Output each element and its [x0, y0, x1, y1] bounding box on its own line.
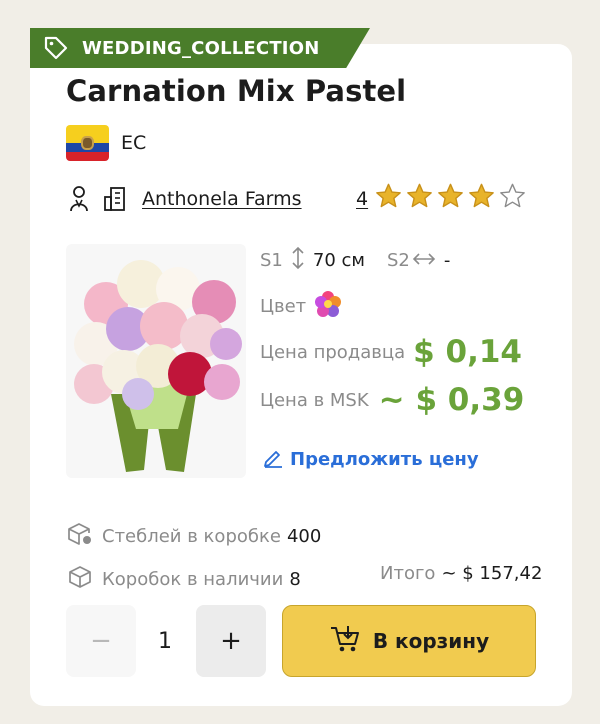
s1-label: S1 — [260, 249, 283, 271]
quantity-value[interactable]: 1 — [132, 605, 198, 677]
total-value: ~ $ 157,42 — [441, 563, 543, 584]
seller-price-label: Цена продавца — [260, 341, 406, 363]
add-to-cart-label: В корзину — [372, 629, 490, 653]
decrease-button[interactable]: − — [66, 605, 136, 677]
cart-icon — [329, 624, 361, 659]
color-label: Цвет — [260, 295, 307, 317]
star-filled-icon — [436, 182, 465, 215]
total: Итого ~ $ 157,42 — [380, 563, 542, 584]
rating-stars — [374, 182, 527, 215]
offer-price-link[interactable]: Предложить цену — [262, 446, 479, 473]
star-empty-icon — [498, 182, 527, 215]
collection-tag-label: WEDDING_COLLECTION — [82, 37, 320, 59]
specs-block: S1 70 см S2 - Цвет Цена продавца $ 0,14 … — [260, 246, 524, 422]
farm-link[interactable]: Anthonela Farms — [142, 188, 302, 210]
box-icon — [66, 563, 94, 596]
product-title: Carnation Mix Pastel — [66, 74, 407, 108]
product-image[interactable] — [66, 244, 246, 478]
boxes-value: 8 — [289, 569, 301, 590]
seller-price: $ 0,14 — [413, 334, 523, 370]
ecuador-flag-icon — [66, 125, 109, 161]
stems-per-box: Стеблей в коробке 400 — [66, 520, 321, 553]
star-filled-icon — [374, 182, 403, 215]
star-filled-icon — [467, 182, 496, 215]
rating: 4 — [356, 182, 527, 215]
rating-value[interactable]: 4 — [356, 188, 368, 210]
offer-price-label: Предложить цену — [290, 449, 479, 470]
msk-price-label: Цена в MSK — [260, 389, 369, 411]
box-stems-icon — [66, 520, 94, 553]
add-to-cart-button[interactable]: В корзину — [282, 605, 536, 677]
tag-icon — [30, 28, 82, 68]
pencil-icon — [262, 446, 284, 473]
width-arrow-icon — [412, 250, 436, 271]
boxes-label: Коробок в наличии — [102, 569, 284, 590]
boxes-in-stock: Коробок в наличии 8 — [66, 563, 301, 596]
s2-value: - — [443, 249, 451, 271]
stems-value: 400 — [286, 526, 322, 547]
increase-button[interactable]: + — [196, 605, 266, 677]
star-filled-icon — [405, 182, 434, 215]
seller-info: Anthonela Farms — [66, 182, 302, 216]
country-code: EC — [121, 132, 147, 154]
building-icon — [102, 182, 128, 216]
flower-color-icon — [314, 290, 342, 323]
s2-label: S2 — [387, 249, 410, 271]
origin: EC — [66, 125, 146, 161]
collection-tag: WEDDING_COLLECTION — [30, 28, 370, 68]
total-label: Итого — [380, 563, 436, 584]
height-arrow-icon — [291, 246, 305, 275]
stems-label: Стеблей в коробке — [102, 526, 281, 547]
msk-price: ~ $ 0,39 — [378, 382, 525, 418]
s1-value: 70 см — [312, 249, 365, 271]
person-icon — [66, 182, 92, 216]
